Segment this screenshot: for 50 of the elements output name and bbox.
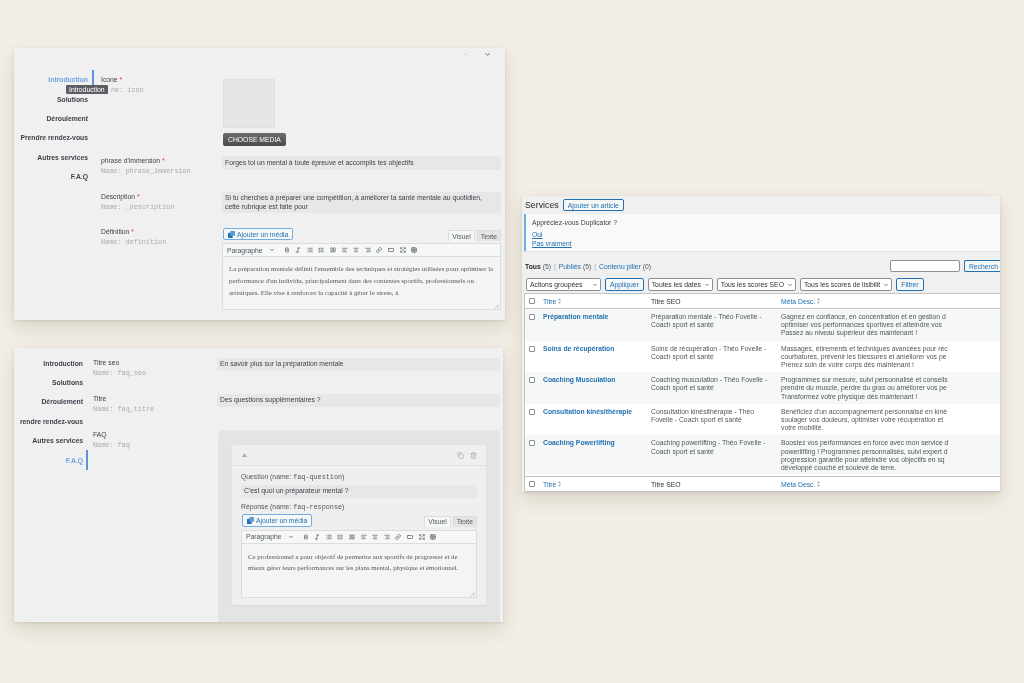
caret-icon <box>786 281 793 288</box>
checkbox[interactable] <box>529 314 535 320</box>
numbered-list-icon[interactable] <box>337 533 344 540</box>
quote-icon[interactable] <box>348 533 355 540</box>
copy-icon[interactable] <box>457 451 464 459</box>
horizontal-bar-icon[interactable] <box>406 533 413 540</box>
bold-icon[interactable] <box>283 247 290 253</box>
quote-icon[interactable] <box>329 247 336 253</box>
caret-icon <box>883 281 890 288</box>
bold-icon[interactable] <box>302 533 309 540</box>
sort-icon <box>817 481 821 487</box>
table-icon[interactable] <box>430 533 437 540</box>
sort-icon <box>558 481 562 487</box>
horizontal-bar-icon[interactable] <box>387 247 394 253</box>
align-right-icon[interactable] <box>364 247 371 253</box>
align-center-icon[interactable] <box>353 247 360 253</box>
italic-icon[interactable] <box>314 533 321 540</box>
italic-icon[interactable] <box>295 247 302 253</box>
page-title: Services <box>525 200 559 210</box>
checkbox[interactable] <box>529 481 535 487</box>
align-left-icon[interactable] <box>341 247 348 253</box>
checkbox[interactable] <box>529 377 535 384</box>
caret-icon <box>703 281 710 288</box>
caret-icon <box>269 247 275 253</box>
search-field[interactable] <box>889 260 960 272</box>
caret-icon <box>592 281 598 288</box>
sort-icon <box>558 298 562 304</box>
caret-up-icon[interactable] <box>242 453 247 457</box>
align-right-icon[interactable] <box>383 533 390 540</box>
media-icon <box>247 516 254 524</box>
link-icon[interactable] <box>395 533 402 540</box>
checkbox[interactable] <box>529 298 535 304</box>
bullet-list-icon[interactable] <box>306 247 313 253</box>
checkbox[interactable] <box>529 408 535 415</box>
fullscreen-icon[interactable] <box>418 533 425 540</box>
align-center-icon[interactable] <box>372 533 379 540</box>
trash-icon[interactable] <box>470 451 477 459</box>
align-left-icon[interactable] <box>360 533 367 540</box>
sort-icon <box>817 298 821 304</box>
checkbox[interactable] <box>529 345 535 352</box>
editor-field[interactable] <box>222 257 501 310</box>
checkbox[interactable] <box>529 440 535 447</box>
link-icon[interactable] <box>376 247 383 253</box>
table-icon[interactable] <box>411 247 418 253</box>
chevron-down-icon[interactable] <box>484 50 491 58</box>
fullscreen-icon[interactable] <box>399 247 406 253</box>
media-icon <box>228 230 235 238</box>
bullet-list-icon[interactable] <box>325 533 332 540</box>
caret-icon <box>288 533 294 540</box>
numbered-list-icon[interactable] <box>318 247 325 253</box>
